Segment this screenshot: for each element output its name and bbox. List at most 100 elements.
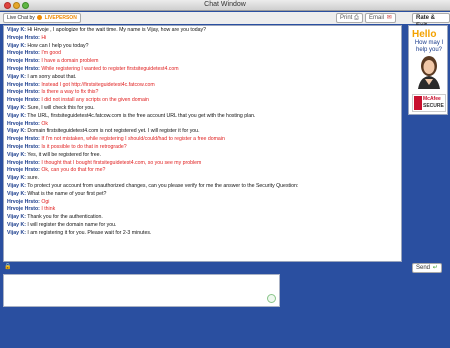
message-speaker: Hrvoje Hrsto:: [7, 136, 40, 143]
print-label: Print: [340, 15, 353, 21]
message-speaker: Vijay K:: [7, 112, 26, 119]
message-speaker: Hrvoje Hrsto:: [7, 50, 40, 57]
chat-message: Vijay K: I am registering it for you. Pl…: [7, 230, 398, 238]
envelope-icon: ✉: [386, 15, 392, 21]
message-text: sure.: [27, 175, 39, 182]
title-bar: Chat Window: [0, 0, 450, 11]
send-button[interactable]: Send ↵: [412, 263, 442, 273]
message-composer: [3, 274, 280, 307]
message-text: Yes, it will be registered for free.: [27, 151, 101, 158]
message-speaker: Vijay K:: [7, 42, 26, 49]
message-speaker: Hrvoje Hrsto:: [7, 198, 40, 205]
message-text: Thank you for the authentication.: [27, 214, 103, 221]
message-speaker: Hrvoje Hrsto:: [7, 120, 40, 127]
chat-message: Vijay K: Domain firstsiteguidetest4.com …: [7, 128, 398, 136]
chat-message: Vijay K: How can I help you today?: [7, 43, 398, 51]
chat-message: Vijay K: sure.: [7, 175, 398, 183]
chat-message: Vijay K: I am sorry about that.: [7, 74, 398, 82]
message-speaker: Vijay K:: [7, 104, 26, 111]
chat-message: Hrvoje Hrsto: If I'm not mistaken, while…: [7, 136, 398, 144]
message-speaker: Hrvoje Hrsto:: [7, 97, 40, 104]
message-text: I will register the domain name for you.: [27, 221, 117, 228]
chat-message: Hrvoje Hrsto: I'm good: [7, 50, 398, 58]
chat-message: Vijay K: Sure, I will check this for you…: [7, 105, 398, 113]
mcafee-secure-text: SECURE: [423, 103, 444, 109]
mcafee-secure-badge[interactable]: McAfee SECURE: [412, 94, 446, 112]
message-text: I am registering it for you. Please wait…: [27, 229, 152, 236]
chat-message: Hrvoje Hrsto: Is there a way to fix this…: [7, 89, 398, 97]
message-text: I thought that I bought firstsiteguidete…: [41, 159, 202, 166]
message-text: Sure, I will check this for you.: [27, 104, 95, 111]
message-text: To protect your account from unauthorize…: [27, 182, 299, 189]
chat-message: Vijay K: Yes, it will be registered for …: [7, 152, 398, 160]
chat-message: Hrvoje Hrsto: Hi: [7, 35, 398, 43]
message-speaker: Vijay K:: [7, 182, 26, 189]
help-ad-banner[interactable]: Hello How may I help you? McAfee SECURE: [408, 25, 448, 115]
message-input[interactable]: [6, 277, 277, 304]
chat-message: Vijay K: To protect your account from un…: [7, 183, 398, 191]
email-label: Email: [369, 15, 385, 21]
attachment-lock-icon[interactable]: 🔒: [4, 263, 11, 270]
message-text: The URL, firstsiteguidetest4c.fatcow.com…: [27, 112, 256, 119]
email-button[interactable]: Email ✉: [365, 13, 396, 23]
toolbar: Live Chat by LIVEPERSON Print ⎙ Email ✉ …: [0, 12, 450, 29]
chat-message: Hrvoje Hrsto: Ogi: [7, 199, 398, 207]
message-speaker: Vijay K:: [7, 190, 26, 197]
message-text: Is there a way to fix this?: [41, 89, 99, 96]
message-text: Domain firstsiteguidetest4.com is not re…: [27, 128, 200, 135]
message-text: I'm good: [41, 50, 62, 57]
message-speaker: Hrvoje Hrsto:: [7, 34, 40, 41]
message-text: While registering I wanted to register f…: [41, 65, 179, 72]
message-speaker: Vijay K:: [7, 151, 26, 158]
chat-message: Hrvoje Hrsto: Is it possible to do that …: [7, 144, 398, 152]
live-chat-badge[interactable]: Live Chat by LIVEPERSON: [3, 13, 81, 23]
chat-transcript[interactable]: Vijay K: Hi Hrvoje , I apologize for the…: [3, 25, 402, 262]
message-speaker: Hrvoje Hrsto:: [7, 143, 40, 150]
message-speaker: Hrvoje Hrsto:: [7, 58, 40, 65]
mcafee-shield-icon: [414, 96, 422, 110]
chat-message: Hrvoje Hrsto: I did not install any scri…: [7, 97, 398, 105]
ad-help-text: How may I help you?: [414, 40, 444, 53]
message-text: Is it possible to do that in retrograde?: [41, 143, 127, 150]
message-text: Ogi: [41, 198, 50, 205]
send-label: Send: [416, 265, 431, 271]
chat-message: Hrvoje Hrsto: I thought that I bought fi…: [7, 160, 398, 168]
window-title: Chat Window: [204, 1, 246, 8]
chat-message: Hrvoje Hrsto: Instead I got http://first…: [7, 82, 398, 90]
message-speaker: Vijay K:: [7, 27, 26, 33]
send-arrow-icon: ↵: [432, 265, 438, 271]
message-text: Instead I got http://firstsiteguidetest4…: [41, 81, 155, 88]
message-text: Ok, can you do that for me?: [41, 167, 106, 174]
chat-message: Hrvoje Hrsto: Ok: [7, 121, 398, 129]
spellcheck-icon[interactable]: [267, 294, 276, 303]
chat-message: Hrvoje Hrsto: While registering I wanted…: [7, 66, 398, 74]
chat-message: Vijay K: What is the name of your first …: [7, 191, 398, 199]
agent-photo-icon: [418, 56, 440, 89]
rate-exit-button[interactable]: Rate & Exit: [412, 13, 450, 29]
message-text: I think: [41, 206, 56, 213]
message-speaker: Vijay K:: [7, 221, 26, 228]
message-text: I am sorry about that.: [27, 73, 77, 80]
message-speaker: Vijay K:: [7, 73, 26, 80]
chat-message: Hrvoje Hrsto: Ok, can you do that for me…: [7, 167, 398, 175]
chat-message: Hrvoje Hrsto: I have a domain problem: [7, 58, 398, 66]
ad-hello-text: Hello: [412, 29, 437, 40]
liveperson-logo-icon: [37, 15, 43, 21]
message-speaker: Vijay K:: [7, 175, 26, 182]
live-chat-label: Live Chat by: [7, 15, 35, 21]
message-text: I did not install any scripts on the giv…: [41, 97, 149, 104]
message-text: What is the name of your first pet?: [27, 190, 107, 197]
live-chat-brand: LIVEPERSON: [44, 15, 77, 21]
message-speaker: Vijay K:: [7, 214, 26, 221]
message-speaker: Hrvoje Hrsto:: [7, 89, 40, 96]
message-text: Hi Hrvoje , I apologize for the wait tim…: [27, 27, 206, 33]
message-speaker: Vijay K:: [7, 229, 26, 236]
print-button[interactable]: Print ⎙: [336, 13, 363, 23]
message-speaker: Hrvoje Hrsto:: [7, 159, 40, 166]
message-text: I have a domain problem: [41, 58, 99, 65]
chat-message: Vijay K: The URL, firstsiteguidetest4c.f…: [7, 113, 398, 121]
mcafee-brand-text: McAfee: [423, 96, 441, 102]
message-speaker: Hrvoje Hrsto:: [7, 65, 40, 72]
message-speaker: Hrvoje Hrsto:: [7, 81, 40, 88]
printer-icon: ⎙: [354, 15, 359, 21]
